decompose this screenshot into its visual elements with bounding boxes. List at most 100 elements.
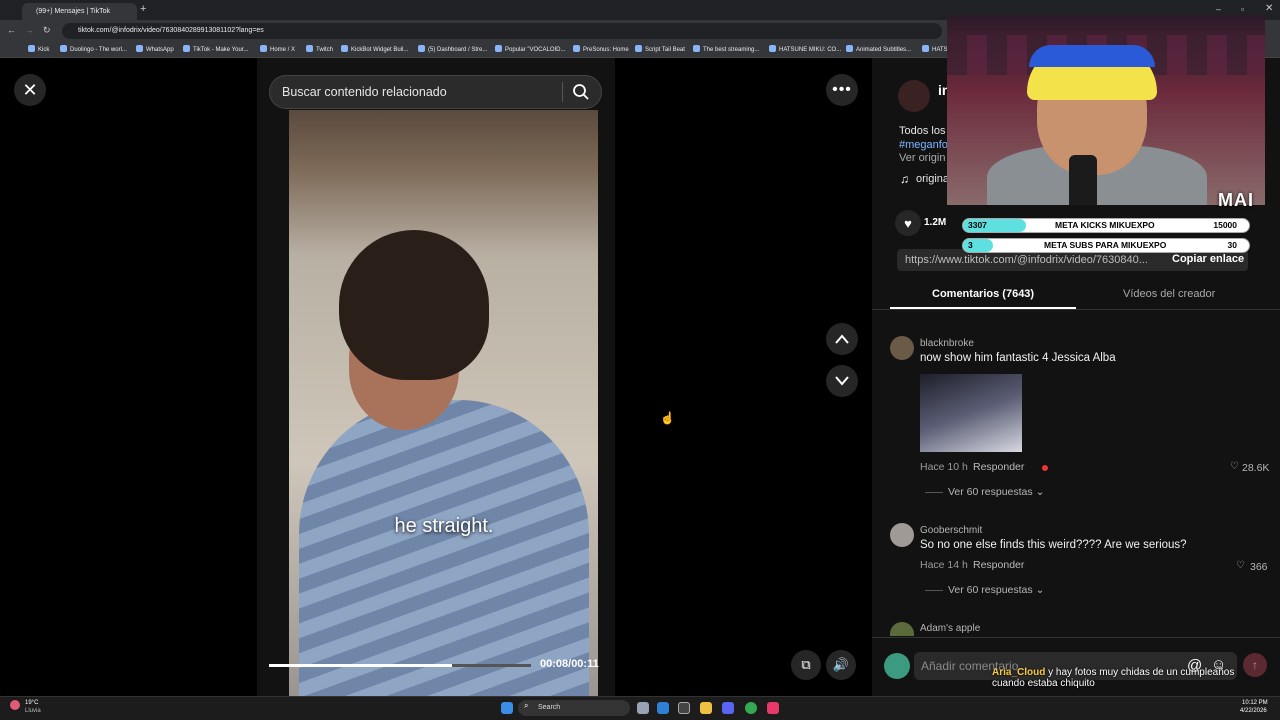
webcam-cap-crown [1029,45,1155,67]
chrome-icon[interactable] [745,702,757,714]
more-icon: ••• [832,81,852,98]
view-replies-button[interactable]: Ver 60 respuestas ⌄ [948,486,1044,498]
related-search-input[interactable]: Buscar contenido relacionado [269,75,602,109]
comment-time: Hace 10 h [920,461,968,473]
reload-icon[interactable]: ↻ [43,25,51,36]
bookmark-item[interactable]: PreSonus: Home [573,44,629,56]
file-explorer-icon[interactable] [700,702,712,714]
taskbar-search[interactable]: Search [518,700,630,716]
bookmark-item[interactable]: The best streaming... [693,44,759,56]
maximize-icon[interactable]: ▫ [1241,4,1244,14]
close-video-button[interactable]: ✕ [14,74,46,106]
clock-date: 4/22/2026 [1240,708,1267,714]
search-icon[interactable] [572,83,590,106]
comment-text: now show him fantastic 4 Jessica Alba [920,352,1116,364]
chevron-up-icon [835,334,849,344]
view-replies-label: Ver 60 respuestas [948,486,1033,498]
kicks-goal-target: 15000 [1213,220,1237,230]
miniplayer-icon: ⧉ [801,657,811,672]
search-placeholder: Buscar contenido relacionado [282,85,447,99]
next-video-button[interactable] [826,365,858,397]
bookmark-item[interactable]: Animated Subtitles... [846,44,911,56]
tab-comments[interactable]: Comentarios (7643) [932,288,1034,300]
task-view-icon[interactable] [637,702,649,714]
comment-avatar[interactable] [890,336,914,360]
tab-title: (99+) Mensajes | TikTok [36,8,110,15]
app-icon-edge[interactable] [657,702,669,714]
stream-brand-logo: MAI [1218,190,1254,210]
bookmark-item[interactable]: Home / X [260,44,295,56]
comment-username[interactable]: Adam's apple [920,623,980,634]
bookmark-item[interactable]: KickBot Widget Buil... [341,44,408,56]
bookmark-item[interactable]: HATS [922,44,948,56]
bookmark-item[interactable]: Popular "VOCALOID... [495,44,566,56]
subs-goal-bar: 3 META SUBS PARA MIKUEXPO 30 [962,238,1250,253]
post-hashtag[interactable]: #meganfo [899,139,948,151]
like-count: 1.2M [924,217,947,228]
bookmark-item[interactable]: Kick [28,44,49,56]
comment-avatar[interactable] [890,523,914,547]
comment-like-icon[interactable]: ♡ [1236,560,1245,571]
author-avatar[interactable] [898,80,930,112]
url-text: tiktok.com/@infodrix/video/7630840289913… [78,27,264,34]
heart-icon: ♥ [904,215,912,231]
chevron-down-icon: ⌄ [1035,584,1045,596]
post-description: Todos los [899,125,946,137]
kicks-goal-bar: 3307 META KICKS MIKUEXPO 15000 [962,218,1250,233]
forward-icon[interactable]: → [25,25,34,35]
chevron-down-icon: ⌄ [1035,486,1045,498]
kicks-goal-label: META KICKS MIKUEXPO [1055,220,1155,230]
close-window-icon[interactable]: ✕ [1265,3,1273,14]
start-icon[interactable] [501,702,513,714]
close-icon: ✕ [22,79,38,100]
clock-time: 10:12 PM [1242,700,1268,706]
music-app-icon[interactable] [767,702,779,714]
reply-button[interactable]: Responder [973,461,1024,473]
minimize-icon[interactable]: – [1216,4,1221,14]
comment-time: Hace 14 h [920,559,968,571]
weather-icon[interactable] [10,700,20,710]
url-input[interactable]: tiktok.com/@infodrix/video/7630840289913… [62,23,942,39]
subs-goal-target: 30 [1227,240,1237,250]
tab-creator-videos[interactable]: Vídeos del creador [1123,288,1215,300]
volume-icon: 🔊 [832,657,850,672]
reply-button[interactable]: Responder [973,559,1024,571]
new-tab-icon[interactable]: + [140,3,146,15]
copy-link-button[interactable]: Copiar enlace [1172,253,1244,265]
comment-like-icon[interactable]: ♡ [1230,461,1239,472]
weather-desc: Lluvia [25,708,41,714]
browser-tab[interactable]: (99+) Mensajes | TikTok [22,3,137,20]
bookmark-item[interactable]: Duolingo - The worl... [60,44,127,56]
video-time: 00:08/00:11 [540,658,599,670]
replies-line [925,590,943,591]
bookmark-item[interactable]: Twitch [306,44,333,56]
discord-icon[interactable] [722,702,734,714]
more-options-button[interactable]: ••• [826,74,858,106]
bookmark-item[interactable]: HATSUNE MIKU: CO... [769,44,841,56]
back-icon[interactable]: ← [7,25,16,35]
search-divider [562,82,563,102]
bookmark-item[interactable]: TikTok - Make Your... [183,44,248,56]
volume-button[interactable]: 🔊 [826,650,856,680]
like-button[interactable]: ♥ [895,210,921,236]
bookmark-item[interactable]: WhatsApp [136,44,174,56]
weather-temp: 19°C [25,700,39,706]
previous-video-button[interactable] [826,323,858,355]
see-original-link[interactable]: Ver origin [899,152,945,164]
bookmark-item[interactable]: Script Tail Beat [635,44,685,56]
sound-name[interactable]: origina [916,173,949,185]
share-link-text: https://www.tiktok.com/@infodrix/video/7… [905,254,1148,266]
view-replies-button[interactable]: Ver 60 respuestas ⌄ [948,584,1044,596]
video-player[interactable] [289,110,598,696]
kicks-goal-current: 3307 [968,220,987,230]
view-replies-label: Ver 60 respuestas [948,584,1033,596]
tabs-divider [872,309,1280,310]
comment-username[interactable]: Gooberschmit [920,525,982,536]
subs-goal-current: 3 [968,240,973,250]
comment-image[interactable] [920,374,1022,452]
comment-username[interactable]: blacknbroke [920,338,974,349]
floating-player-button[interactable]: ⧉ [791,650,821,680]
arrow-up-icon: ↑ [1252,658,1258,672]
bookmark-item[interactable]: (5) Dashboard / Stre... [418,44,487,56]
app-icon-settings[interactable] [678,702,690,714]
